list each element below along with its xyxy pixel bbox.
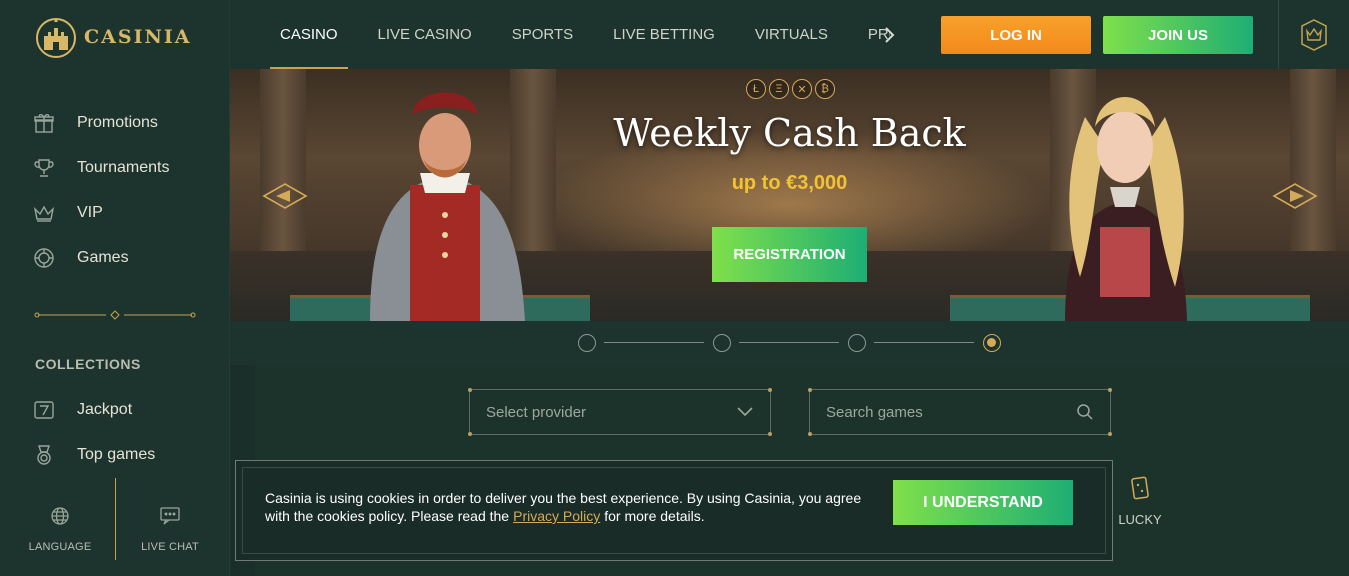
- sidebar-item-label: Games: [77, 248, 129, 266]
- collections-heading: COLLECTIONS: [35, 356, 141, 372]
- privacy-policy-link[interactable]: Privacy Policy: [513, 508, 600, 524]
- crown-icon: [33, 202, 55, 224]
- cookie-text-after: for more details.: [604, 508, 705, 524]
- dice-icon: [1131, 476, 1149, 500]
- live-chat-label: LIVE CHAT: [141, 541, 199, 553]
- corner-ornament: [468, 388, 472, 392]
- join-button[interactable]: JOIN US: [1103, 16, 1253, 54]
- login-button[interactable]: LOG IN: [941, 16, 1091, 54]
- gift-icon: [33, 112, 55, 134]
- ornament-divider: [34, 310, 196, 320]
- medal-icon: [33, 444, 55, 466]
- sidebar-item-top-games[interactable]: Top games: [33, 432, 155, 477]
- sidebar-item-tournaments[interactable]: Tournaments: [33, 145, 170, 190]
- understand-button[interactable]: I UNDERSTAND: [893, 480, 1073, 525]
- vip-crown-icon[interactable]: [1299, 18, 1329, 52]
- page: CASINIA Promotions Tournaments VIP Games…: [0, 0, 1349, 576]
- corner-ornament: [768, 432, 772, 436]
- ripple-icon: ✕: [792, 79, 812, 99]
- corner-ornament: [1108, 388, 1112, 392]
- corner-ornament: [808, 388, 812, 392]
- pager-dot-2[interactable]: [713, 334, 731, 352]
- provider-select[interactable]: Select provider: [468, 388, 772, 436]
- sidebar-item-games[interactable]: Games: [33, 235, 170, 280]
- pager-line: [604, 342, 704, 343]
- live-chat-button[interactable]: LIVE CHAT: [125, 506, 215, 553]
- corner-ornament: [808, 432, 812, 436]
- provider-placeholder: Select provider: [486, 403, 587, 421]
- main-tabs: CASINO LIVE CASINO SPORTS LIVE BETTING V…: [270, 0, 890, 69]
- sidebar-item-label: Promotions: [77, 113, 158, 131]
- chevron-down-icon: [737, 407, 753, 417]
- chip-icon: [33, 247, 55, 269]
- cookie-message: Casinia is using cookies in order to del…: [265, 489, 865, 525]
- corner-ornament: [468, 432, 472, 436]
- sidebar-item-vip[interactable]: VIP: [33, 190, 170, 235]
- tab-sports[interactable]: SPORTS: [502, 0, 583, 69]
- sidebar-footer: LANGUAGE LIVE CHAT: [0, 478, 230, 576]
- language-label: LANGUAGE: [28, 541, 92, 553]
- logo[interactable]: CASINIA: [34, 14, 191, 60]
- collections-nav: Jackpot Top games: [33, 387, 155, 477]
- footer-divider: [115, 478, 116, 560]
- sidebar: CASINIA Promotions Tournaments VIP Games…: [0, 0, 230, 576]
- sidebar-item-label: VIP: [77, 203, 103, 221]
- ethereum-icon: Ξ: [769, 79, 789, 99]
- pager-line: [874, 342, 974, 343]
- language-button[interactable]: LANGUAGE: [15, 506, 105, 553]
- globe-icon: [51, 507, 69, 525]
- chat-icon: [160, 507, 180, 525]
- corner-ornament: [768, 388, 772, 392]
- sidebar-item-label: Jackpot: [77, 400, 133, 418]
- sidebar-nav: Promotions Tournaments VIP Games: [33, 100, 170, 280]
- top-bar: CASINO LIVE CASINO SPORTS LIVE BETTING V…: [230, 0, 1349, 69]
- brand-name: CASINIA: [84, 26, 192, 48]
- tab-virtuals[interactable]: VIRTUALS: [745, 0, 838, 69]
- litecoin-icon: Ł: [746, 79, 766, 99]
- sidebar-item-promotions[interactable]: Promotions: [33, 100, 170, 145]
- registration-button[interactable]: REGISTRATION: [712, 227, 867, 282]
- search-placeholder: Search games: [826, 403, 923, 421]
- search-input[interactable]: Search games: [808, 388, 1112, 436]
- promo-banner: Ł Ξ ✕ ₿ Weekly Cash Back up to €3,000 RE…: [230, 69, 1349, 321]
- tab-casino[interactable]: CASINO: [270, 0, 348, 69]
- pager-dot-4[interactable]: [983, 334, 1001, 352]
- trophy-icon: [33, 157, 55, 179]
- chevron-right-icon[interactable]: [876, 22, 902, 48]
- sidebar-item-label: Tournaments: [77, 158, 170, 176]
- banner-pager: [230, 321, 1349, 365]
- banner-subtitle: up to €3,000: [731, 172, 848, 194]
- sidebar-item-jackpot[interactable]: Jackpot: [33, 387, 155, 432]
- tab-live-betting[interactable]: LIVE BETTING: [603, 0, 725, 69]
- bitcoin-icon: ₿: [815, 79, 835, 99]
- banner-prev-arrow-icon[interactable]: [262, 181, 308, 211]
- pager-dot-1[interactable]: [578, 334, 596, 352]
- pager-line: [739, 342, 839, 343]
- lucky-label: LUCKY: [1118, 512, 1162, 527]
- tab-live-casino[interactable]: LIVE CASINO: [368, 0, 482, 69]
- crypto-coins: Ł Ξ ✕ ₿: [746, 79, 835, 99]
- cookie-banner: Casinia is using cookies in order to del…: [235, 460, 1113, 561]
- seven-icon: [33, 399, 55, 421]
- sidebar-item-label: Top games: [77, 445, 156, 463]
- search-icon: [1077, 404, 1093, 420]
- castle-logo-icon: [36, 18, 76, 58]
- pager-dot-3[interactable]: [848, 334, 866, 352]
- banner-title: Weekly Cash Back: [613, 111, 966, 155]
- banner-next-arrow-icon[interactable]: [1272, 181, 1318, 211]
- lucky-filter[interactable]: LUCKY: [1110, 475, 1170, 527]
- topbar-divider: [1278, 0, 1279, 69]
- corner-ornament: [1108, 432, 1112, 436]
